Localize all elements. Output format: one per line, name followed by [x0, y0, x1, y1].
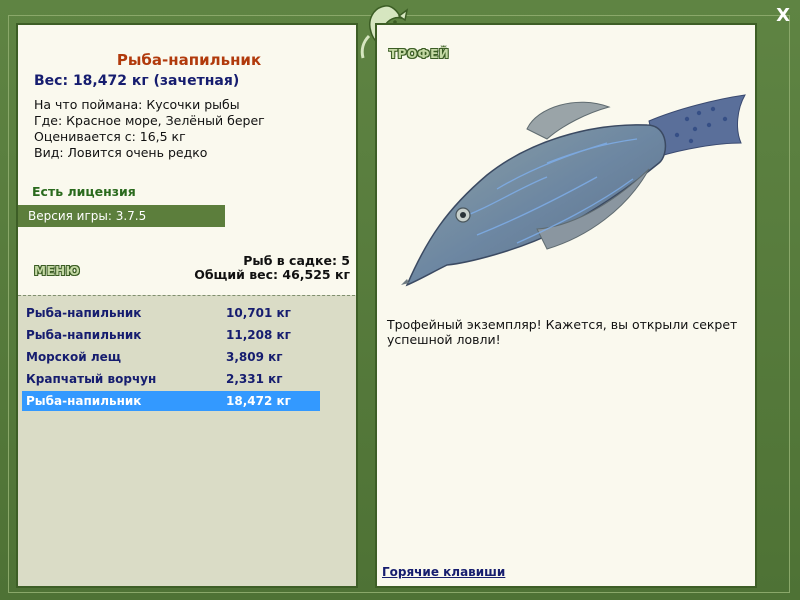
- catch-weight: 18,472 кг: [226, 394, 291, 408]
- catch-name: Морской лещ: [26, 350, 122, 364]
- filefish-image: [401, 94, 746, 287]
- detail-bait: На что поймана: Кусочки рыбы: [34, 97, 240, 112]
- menu-button[interactable]: МЕНЮ: [34, 264, 80, 278]
- fish-weight: Вес: 18,472 кг (зачетная): [34, 73, 240, 89]
- license-status: Есть лицензия: [32, 184, 136, 199]
- catch-name: Крапчатый ворчун: [26, 372, 157, 386]
- trophy-description: Трофейный экземпляр! Кажется, вы открыли…: [387, 317, 738, 347]
- catch-weight: 11,208 кг: [226, 328, 291, 342]
- fish-details: На что поймана: Кусочки рыбы Где: Красно…: [34, 97, 265, 161]
- detail-location: Где: Красное море, Зелёный берег: [34, 113, 265, 128]
- window-frame: X Рыба-напильник Вес: 18,472 кг (зачетна…: [0, 0, 800, 600]
- trophy-panel: ТРОФЕЙ Трофейный экземпляр! Кажется, вы …: [375, 23, 757, 588]
- catch-weight: 2,331 кг: [226, 372, 283, 386]
- catch-name: Рыба-напильник: [26, 328, 142, 342]
- game-version-bar: Версия игры: 3.7.5: [18, 205, 225, 227]
- catch-list-item[interactable]: Рыба-напильник 10,701 кг: [22, 303, 320, 323]
- catch-weight: 3,809 кг: [226, 350, 283, 364]
- catch-name: Рыба-напильник: [26, 394, 142, 408]
- catch-name: Рыба-напильник: [26, 306, 142, 320]
- fish-title: Рыба-напильник: [116, 51, 262, 69]
- hotkeys-link[interactable]: Горячие клавиши: [382, 565, 505, 579]
- fish-info-panel: Рыба-напильник Вес: 18,472 кг (зачетная)…: [16, 23, 358, 588]
- catch-list: Рыба-напильник 10,701 кг Рыба-напильник …: [18, 295, 356, 586]
- catch-list-item[interactable]: Морской лещ 3,809 кг: [22, 347, 320, 367]
- keep-net-stats: Рыб в садке: 5 Общий вес: 46,525 кг: [194, 254, 350, 282]
- catch-list-item[interactable]: Рыба-напильник 11,208 кг: [22, 325, 320, 345]
- close-button[interactable]: X: [776, 6, 790, 26]
- keep-total-weight: Общий вес: 46,525 кг: [194, 267, 350, 282]
- catch-list-item-selected[interactable]: Рыба-напильник 18,472 кг: [22, 391, 320, 411]
- detail-rarity: Вид: Ловится очень редко: [34, 145, 208, 160]
- detail-min-weight: Оценивается с: 16,5 кг: [34, 129, 186, 144]
- catch-list-item[interactable]: Крапчатый ворчун 2,331 кг: [22, 369, 320, 389]
- keep-count: Рыб в садке: 5: [243, 253, 350, 268]
- catch-weight: 10,701 кг: [226, 306, 291, 320]
